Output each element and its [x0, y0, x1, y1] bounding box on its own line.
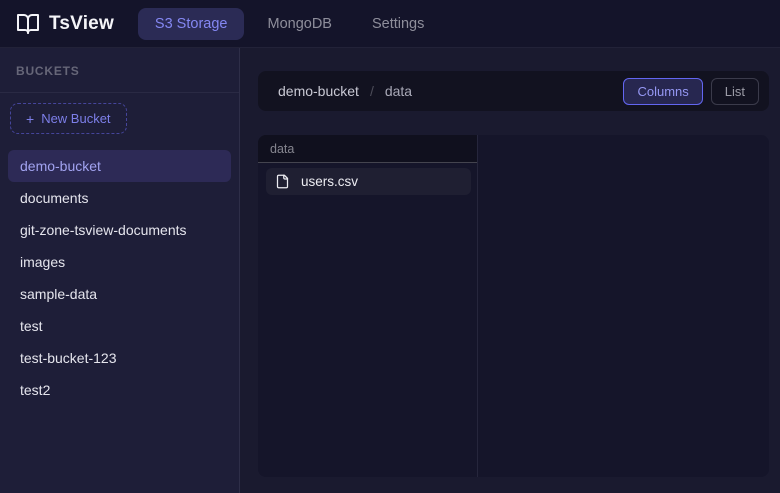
- file-row-users-csv[interactable]: users.csv: [266, 168, 471, 195]
- breadcrumb: demo-bucket / data: [278, 83, 412, 99]
- plus-icon: +: [26, 112, 34, 126]
- bucket-item-sample-data[interactable]: sample-data: [8, 278, 231, 310]
- file-icon: [275, 174, 290, 189]
- app-logo: TsView: [16, 12, 114, 36]
- file-name: users.csv: [301, 174, 358, 189]
- file-browser-panel: data users.csv: [258, 135, 769, 477]
- bucket-item-documents[interactable]: documents: [8, 182, 231, 214]
- breadcrumb-separator: /: [370, 83, 374, 99]
- column-body: users.csv: [258, 163, 477, 195]
- sidebar-section-header: BUCKETS: [0, 48, 239, 93]
- bucket-item-test[interactable]: test: [8, 310, 231, 342]
- buckets-section-title: BUCKETS: [16, 64, 80, 78]
- bucket-item-test-bucket-123[interactable]: test-bucket-123: [8, 342, 231, 374]
- tab-s3-storage[interactable]: S3 Storage: [138, 8, 245, 40]
- breadcrumb-folder[interactable]: data: [385, 83, 412, 99]
- book-open-icon: [16, 12, 40, 36]
- app-title: TsView: [49, 13, 114, 35]
- new-bucket-label: New Bucket: [41, 111, 110, 126]
- list-view-button[interactable]: List: [711, 78, 759, 105]
- buckets-sidebar: BUCKETS + New Bucket demo-bucket documen…: [0, 48, 240, 493]
- main-content: demo-bucket / data Columns List data us: [241, 48, 780, 493]
- view-mode-switch: Columns List: [623, 78, 759, 105]
- bucket-item-demo-bucket[interactable]: demo-bucket: [8, 150, 231, 182]
- column-header: data: [258, 135, 477, 163]
- tab-mongodb[interactable]: MongoDB: [250, 8, 348, 40]
- main-nav: S3 Storage MongoDB Settings: [138, 8, 441, 40]
- breadcrumb-bucket[interactable]: demo-bucket: [278, 83, 359, 99]
- top-navbar: TsView S3 Storage MongoDB Settings: [0, 0, 780, 48]
- new-bucket-button[interactable]: + New Bucket: [10, 103, 127, 134]
- breadcrumb-toolbar: demo-bucket / data Columns List: [258, 71, 769, 111]
- file-column-data: data users.csv: [258, 135, 478, 477]
- columns-view-button[interactable]: Columns: [623, 78, 702, 105]
- tab-settings[interactable]: Settings: [355, 8, 441, 40]
- bucket-item-git-zone-tsview-documents[interactable]: git-zone-tsview-documents: [8, 214, 231, 246]
- bucket-item-images[interactable]: images: [8, 246, 231, 278]
- bucket-list: demo-bucket documents git-zone-tsview-do…: [0, 150, 239, 406]
- bucket-item-test2[interactable]: test2: [8, 374, 231, 406]
